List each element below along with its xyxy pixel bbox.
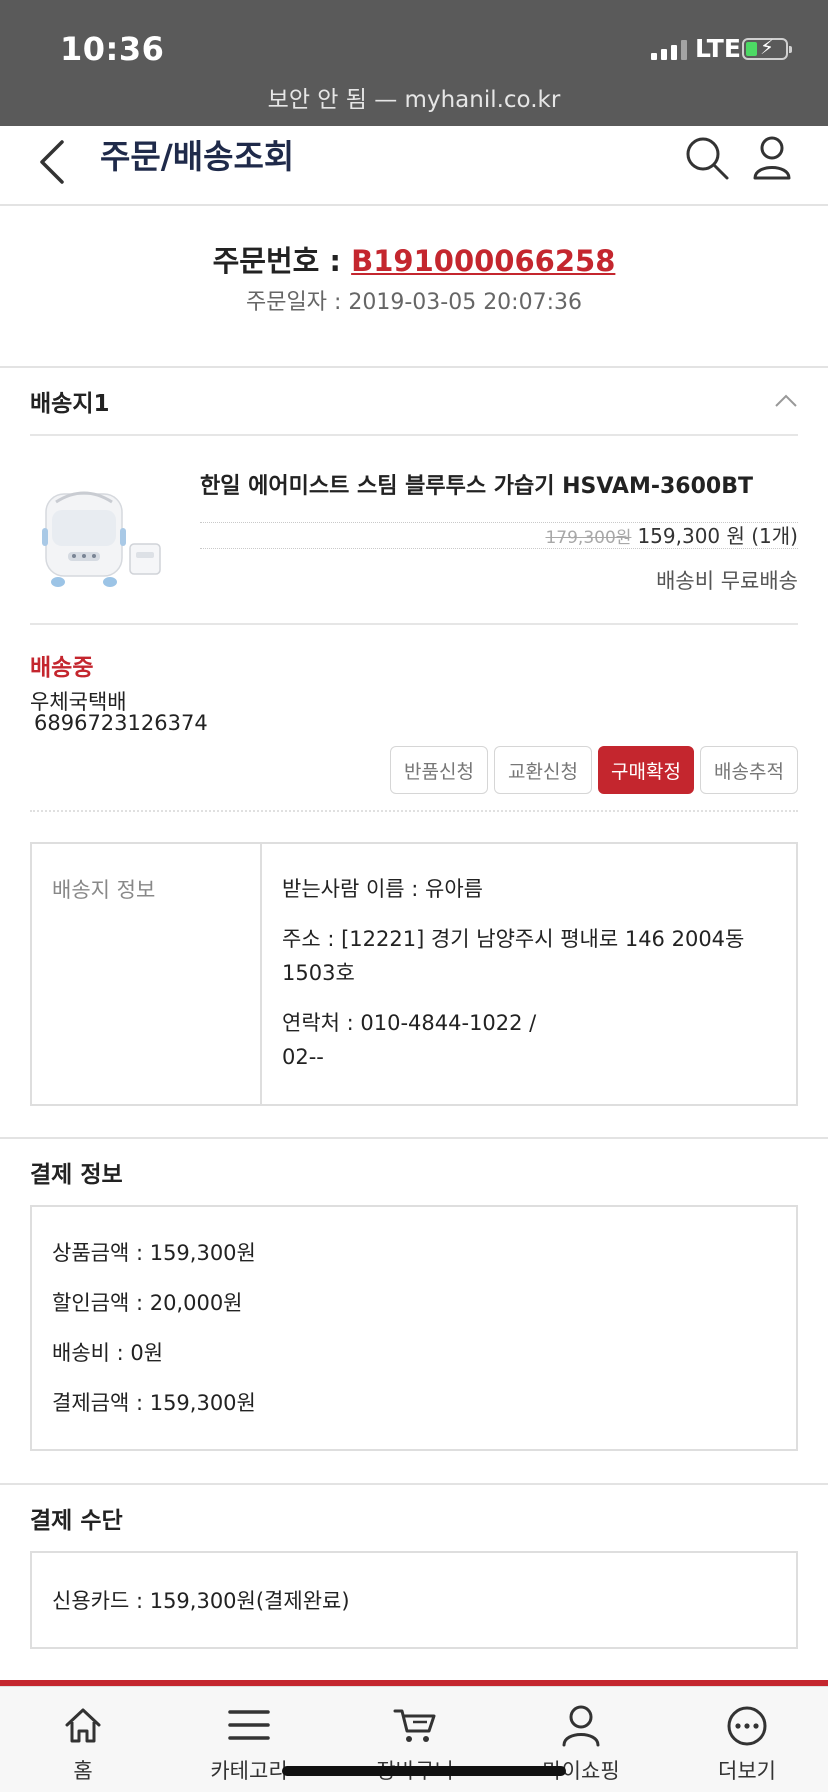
order-number: 주문번호 : B191000066258 [0,238,828,280]
home-icon [65,1708,101,1743]
bottom-tab-bar: 홈 카테고리 장바구니 마이쇼핑 더보기 [0,1686,828,1792]
address-info-values: 받는사람 이름 : 유아름 주소 : [12221] 경기 남양주시 평내로 1… [282,872,782,1074]
tab-label: 홈 [73,1759,93,1783]
destination-title: 배송지1 [30,391,110,417]
original-price: 179,300원 [545,528,632,548]
delivery-status: 배송중 [30,655,94,681]
tracking-number: 6896723126374 [34,711,208,735]
shipping-fee: 배송비 무료배송 [656,569,798,593]
contact-line: 02-- [282,1045,324,1069]
order-number-label: 주문번호 : [212,244,352,278]
contact-number: 연락처 : 010-4844-1022 / 02-- [282,1006,782,1074]
tab-category[interactable]: 카테고리 [166,1687,332,1792]
address-info-label: 배송지 정보 [52,878,156,902]
product-name[interactable]: 한일 에어미스트 스팀 블루투스 가습기 HSVAM-3600BT [200,468,753,500]
payment-info-box: 상품금액 : 159,300원 할인금액 : 20,000원 배송비 : 0원 … [30,1205,798,1451]
payment-method-box: 신용카드 : 159,300원(결제완료) [30,1551,798,1649]
battery-icon: ⚡ [742,37,792,60]
recipient-name: 받는사람 이름 : 유아름 [282,877,483,901]
divider [0,366,828,368]
order-date: 주문일자 : 2019-03-05 20:07:36 [245,290,582,315]
back-arrow-icon[interactable] [34,134,74,190]
tab-cart[interactable]: 장바구니 [332,1687,498,1792]
divider [0,1137,828,1139]
divider [30,434,798,436]
product-image[interactable] [38,480,168,600]
tab-home[interactable]: 홈 [0,1687,166,1792]
divider [200,548,798,549]
network-type: LTE [695,34,741,63]
divider [30,623,798,625]
user-icon[interactable] [752,134,792,182]
home-indicator[interactable] [282,1766,566,1776]
status-time: 10:36 [60,30,165,68]
confirm-purchase-button[interactable]: 구매확정 [598,746,694,794]
address-info-label-cell: 배송지 정보 [32,844,262,1104]
more-icon [727,1706,767,1746]
total-amount: 결제금액 : 159,300원 [52,1391,256,1415]
page-title: 주문/배송조회 [100,137,295,176]
product-amount: 상품금액 : 159,300원 [52,1241,256,1265]
tab-label: 더보기 [718,1759,776,1783]
signal-icon [651,40,687,60]
exchange-request-button[interactable]: 교환신청 [494,746,592,794]
tab-my-shopping[interactable]: 마이쇼핑 [498,1687,664,1792]
contact-line: 연락처 : 010-4844-1022 / [282,1011,537,1035]
track-delivery-button[interactable]: 배송추적 [700,746,798,794]
divider [0,1483,828,1485]
payment-method-detail: 신용카드 : 159,300원(결제완료) [52,1589,350,1613]
address-info-table: 배송지 정보 받는사람 이름 : 유아름 주소 : [12221] 경기 남양주… [30,842,798,1106]
order-action-buttons: 반품신청 교환신청 구매확정 배송추적 [390,746,798,794]
return-request-button[interactable]: 반품신청 [390,746,488,794]
chevron-up-icon[interactable] [774,394,798,408]
page-header: 주문/배송조회 [0,126,828,206]
search-icon[interactable] [683,134,731,182]
sale-price: 159,300 원 (1개) [637,524,798,548]
menu-icon [228,1710,270,1740]
delivery-address: 주소 : [12221] 경기 남양주시 평내로 146 2004동 1503호 [282,927,745,985]
shipping-cost: 배송비 : 0원 [52,1341,164,1365]
divider [30,810,798,812]
order-number-link[interactable]: B191000066258 [351,244,615,278]
status-bar: 10:36 LTE ⚡ 보안 안 됨 — myhanil.co.kr [0,0,828,126]
url-bar[interactable]: 보안 안 됨 — myhanil.co.kr [0,80,828,114]
payment-info-title: 결제 정보 [30,1162,123,1188]
cart-icon [393,1709,436,1742]
discount-amount: 할인금액 : 20,000원 [52,1291,243,1315]
user-icon [562,1705,600,1747]
price-line: 179,300원 159,300 원 (1개) [545,520,798,549]
tab-more[interactable]: 더보기 [664,1687,828,1792]
payment-method-title: 결제 수단 [30,1508,123,1534]
